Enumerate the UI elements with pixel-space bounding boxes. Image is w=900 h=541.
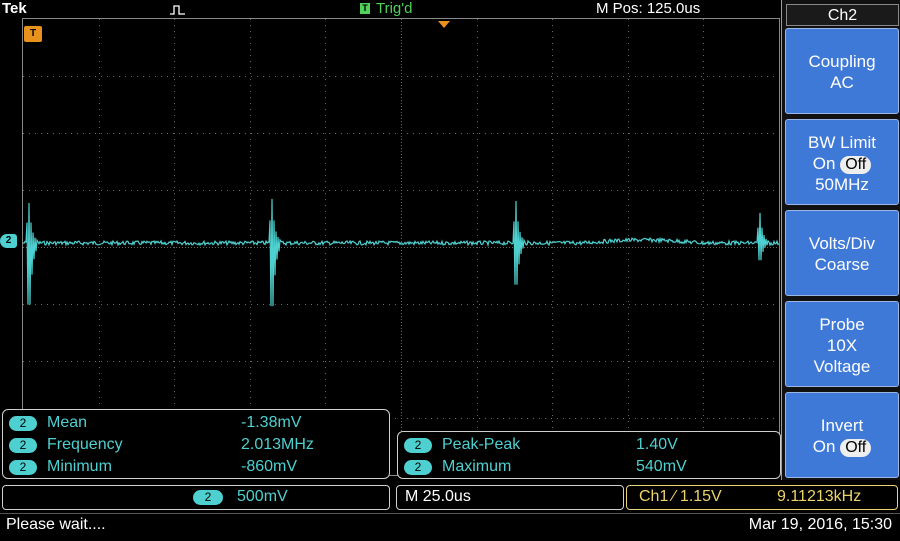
probe-type: Voltage bbox=[813, 357, 871, 376]
brand-logo: Tek bbox=[2, 0, 27, 17]
timebase-value: M 25.0us bbox=[405, 488, 471, 505]
measurement-label: Peak-Peak bbox=[442, 436, 521, 453]
coupling-label: Coupling bbox=[808, 52, 876, 71]
channel-2-ground-marker[interactable]: 2 bbox=[0, 234, 17, 248]
channel-badge: 2 bbox=[404, 438, 432, 453]
measurement-label: Frequency bbox=[47, 436, 123, 453]
measurement-value: 2.013MHz bbox=[241, 436, 314, 453]
measurement-value: 540mV bbox=[636, 458, 687, 475]
measurements-panel-left: 2 Mean -1.38mV 2 Frequency 2.013MHz 2 Mi… bbox=[2, 409, 390, 479]
trigger-position-marker bbox=[438, 21, 450, 28]
bw-limit-on: On bbox=[812, 154, 836, 173]
invert-off: Off bbox=[840, 439, 872, 457]
menu-title: Ch2 bbox=[786, 4, 899, 26]
waveform-display[interactable] bbox=[22, 18, 780, 476]
probe-button[interactable]: Probe 10X Voltage bbox=[785, 301, 899, 387]
measurement-label: Maximum bbox=[442, 458, 512, 475]
top-status-bar: Tek T Trig'd M Pos: 125.0us bbox=[0, 0, 780, 18]
status-bar: Please wait.... Mar 19, 2016, 15:30 bbox=[0, 513, 900, 541]
volts-div-button[interactable]: Volts/Div Coarse bbox=[785, 210, 899, 296]
timebase-readout[interactable]: M 25.0us bbox=[396, 485, 624, 510]
vertical-scale-readout[interactable]: 2 500mV bbox=[2, 485, 390, 510]
trigger-state-icon: T bbox=[360, 3, 370, 14]
channel-2-trace bbox=[23, 198, 780, 307]
trigger-level-marker[interactable]: T bbox=[24, 26, 42, 42]
volts-div-value: Coarse bbox=[814, 255, 870, 274]
date-time: Mar 19, 2016, 15:30 bbox=[748, 516, 892, 533]
trigger-source-level: Ch1 ∕ 1.15V bbox=[639, 488, 722, 505]
bw-limit-off: Off bbox=[840, 156, 872, 174]
invert-button[interactable]: Invert On Off bbox=[785, 392, 899, 478]
coupling-button[interactable]: Coupling AC bbox=[785, 28, 899, 114]
bw-limit-button[interactable]: BW Limit On Off 50MHz bbox=[785, 119, 899, 205]
channel-badge: 2 bbox=[9, 416, 37, 431]
trigger-status: T Trig'd bbox=[360, 0, 412, 17]
trigger-readout[interactable]: Ch1 ∕ 1.15V 9.11213kHz bbox=[626, 485, 898, 510]
measurement-value: -1.38mV bbox=[241, 414, 302, 431]
channel-badge: 2 bbox=[9, 460, 37, 475]
channel-badge: 2 bbox=[9, 438, 37, 453]
measurement-value: -860mV bbox=[241, 458, 298, 475]
trigger-frequency: 9.11213kHz bbox=[777, 488, 862, 505]
channel-badge: 2 bbox=[193, 490, 223, 505]
volts-div-label: Volts/Div bbox=[808, 234, 876, 253]
probe-ratio: 10X bbox=[826, 336, 858, 355]
probe-label: Probe bbox=[819, 315, 865, 334]
side-menu: Ch2 Coupling AC BW Limit On Off 50MHz Vo… bbox=[781, 0, 900, 480]
invert-on: On bbox=[812, 437, 836, 456]
volts-per-div-value: 500mV bbox=[237, 488, 288, 505]
coupling-value: AC bbox=[830, 73, 854, 92]
invert-label: Invert bbox=[820, 416, 864, 435]
measurement-label: Minimum bbox=[47, 458, 112, 475]
status-message: Please wait.... bbox=[6, 516, 106, 533]
measurement-value: 1.40V bbox=[636, 436, 678, 453]
channel-badge: 2 bbox=[404, 460, 432, 475]
measurement-label: Mean bbox=[47, 414, 88, 431]
horizontal-position-readout: M Pos: 125.0us bbox=[596, 0, 701, 17]
measurements-panel-right: 2 Peak-Peak 1.40V 2 Maximum 540mV bbox=[397, 431, 781, 479]
bw-limit-value: 50MHz bbox=[815, 175, 869, 194]
bw-limit-label: BW Limit bbox=[808, 133, 876, 152]
